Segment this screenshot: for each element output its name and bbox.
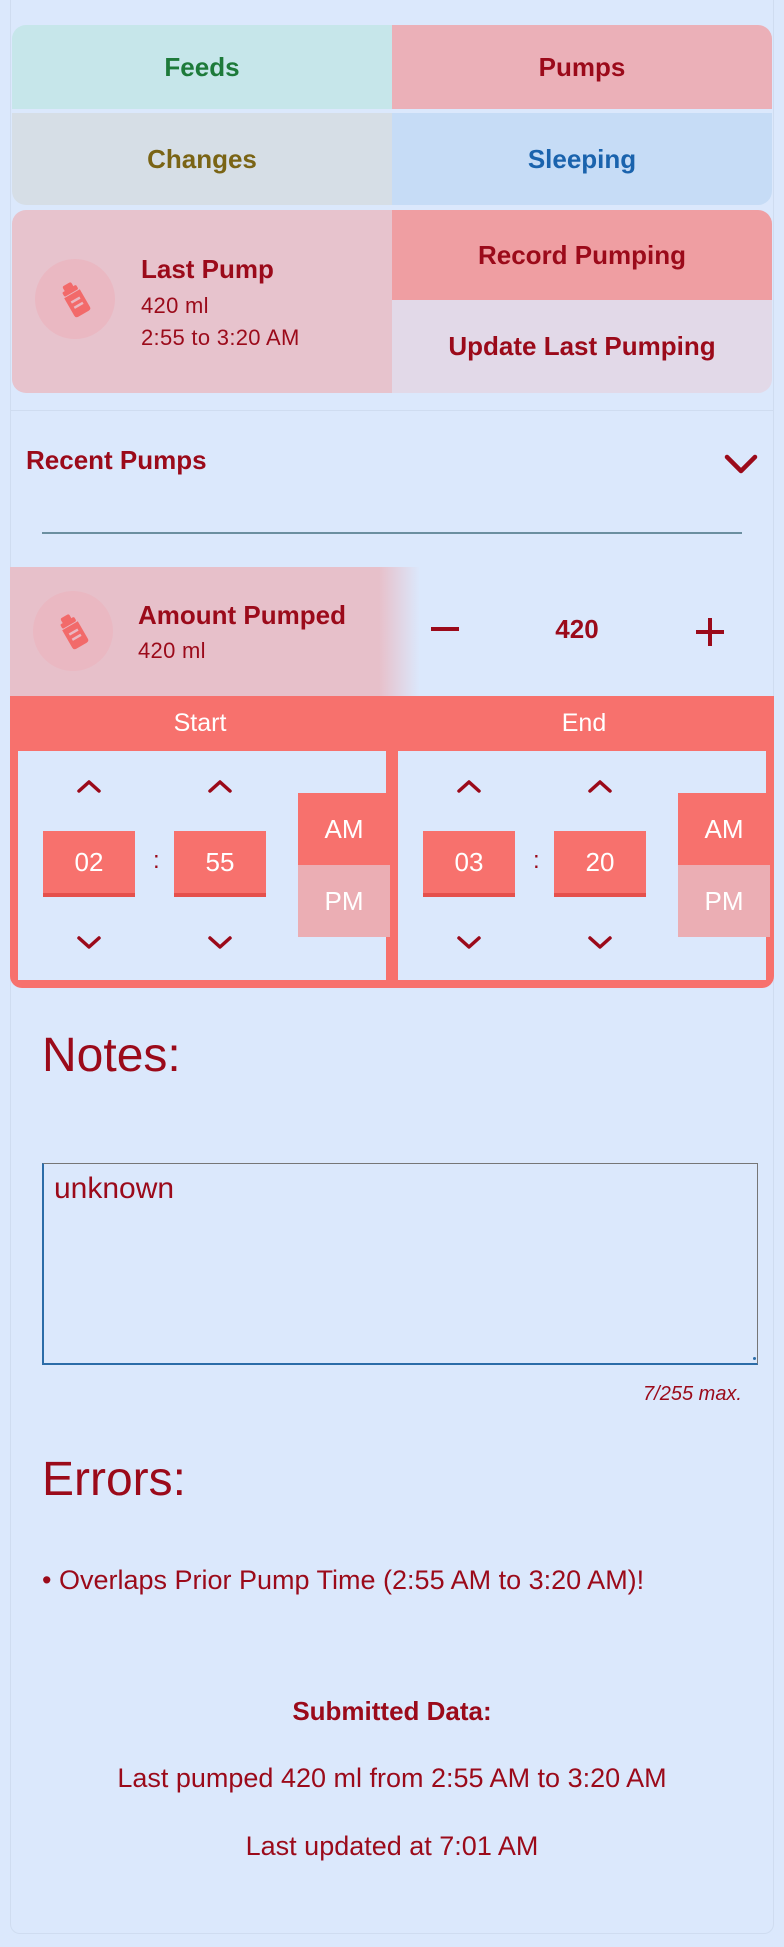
submitted-data-title: Submitted Data:	[292, 1696, 492, 1726]
error-item: • Overlaps Prior Pump Time (2:55 AM to 3…	[42, 1565, 645, 1595]
end-time-panel: 03 : 20 AM PM	[398, 751, 770, 980]
notes-textarea[interactable]: unknown	[42, 1163, 758, 1365]
nav-changes-button[interactable]: Changes	[12, 113, 392, 205]
nav-pumps-button[interactable]: Pumps	[392, 25, 772, 113]
section-separator	[42, 532, 742, 534]
end-label: End	[561, 708, 607, 737]
last-pump-amount: 420 ml	[141, 293, 209, 318]
bottle-icon	[35, 259, 115, 339]
divider	[10, 410, 774, 411]
last-pump-time-range: 2:55 to 3:20 AM	[141, 325, 300, 350]
amount-stepper-value: 420	[555, 614, 599, 644]
amount-pumped-card: Amount Pumped 420 ml	[10, 567, 420, 696]
resize-handle[interactable]	[753, 1357, 756, 1360]
amount-pumped-title: Amount Pumped	[138, 600, 346, 630]
chevron-down-icon	[208, 936, 232, 949]
bottle-icon	[33, 591, 113, 671]
recent-pumps-label: Recent Pumps	[26, 445, 207, 475]
last-pump-title: Last Pump	[141, 254, 274, 284]
start-pm-toggle[interactable]: PM	[298, 865, 390, 937]
errors-heading: Errors:	[42, 1453, 186, 1506]
start-am-toggle[interactable]: AM	[298, 793, 390, 865]
notes-char-counter: 7/255 max.	[643, 1383, 742, 1405]
end-am-toggle[interactable]: AM	[678, 793, 770, 865]
start-hour-field[interactable]: 02	[43, 831, 135, 897]
start-time-panel: 02 : 55 AM PM	[18, 751, 390, 980]
start-minute-field[interactable]: 55	[174, 831, 266, 897]
plus-icon	[696, 618, 724, 646]
chevron-down-icon	[588, 936, 612, 949]
start-hour-up-button[interactable]	[69, 771, 109, 801]
end-minute-down-button[interactable]	[580, 928, 620, 958]
submitted-last-updated: Last updated at 7:01 AM	[245, 1831, 539, 1861]
last-pump-info: Last Pump 420 ml 2:55 to 3:20 AM	[12, 210, 392, 393]
start-minute-down-button[interactable]	[200, 928, 240, 958]
chevron-up-icon	[208, 780, 232, 793]
category-nav: Feeds Pumps Changes Sleeping	[12, 25, 772, 205]
end-minute-field[interactable]: 20	[554, 831, 646, 897]
time-separator: :	[153, 847, 160, 874]
end-hour-up-button[interactable]	[449, 771, 489, 801]
time-picker: Start End 02 : 55 AM PM 03 : 20 AM PM	[10, 696, 774, 988]
submitted-last-pumped: Last pumped 420 ml from 2:55 AM to 3:20 …	[117, 1763, 667, 1793]
chevron-down-icon	[77, 936, 101, 949]
end-pm-toggle[interactable]: PM	[678, 865, 770, 937]
start-label: Start	[173, 708, 227, 737]
chevron-up-icon	[588, 780, 612, 793]
amount-pumped-value: 420 ml	[138, 638, 206, 663]
record-pumping-button[interactable]: Record Pumping	[392, 210, 772, 300]
end-hour-field[interactable]: 03	[423, 831, 515, 897]
end-minute-up-button[interactable]	[580, 771, 620, 801]
nav-feeds-button[interactable]: Feeds	[12, 25, 392, 113]
start-hour-down-button[interactable]	[69, 928, 109, 958]
last-pump-card: Last Pump 420 ml 2:55 to 3:20 AM Record …	[12, 210, 772, 393]
minus-icon	[431, 627, 459, 631]
time-separator: :	[533, 847, 540, 874]
chevron-down-icon[interactable]	[724, 452, 758, 481]
update-last-pumping-button[interactable]: Update Last Pumping	[392, 300, 772, 393]
start-minute-up-button[interactable]	[200, 771, 240, 801]
end-hour-down-button[interactable]	[449, 928, 489, 958]
decrement-button[interactable]	[428, 610, 462, 650]
chevron-up-icon	[77, 780, 101, 793]
nav-sleeping-button[interactable]: Sleeping	[392, 113, 772, 205]
chevron-down-icon	[457, 936, 481, 949]
chevron-up-icon	[457, 780, 481, 793]
increment-button[interactable]	[693, 612, 727, 652]
notes-heading: Notes:	[42, 1029, 181, 1082]
